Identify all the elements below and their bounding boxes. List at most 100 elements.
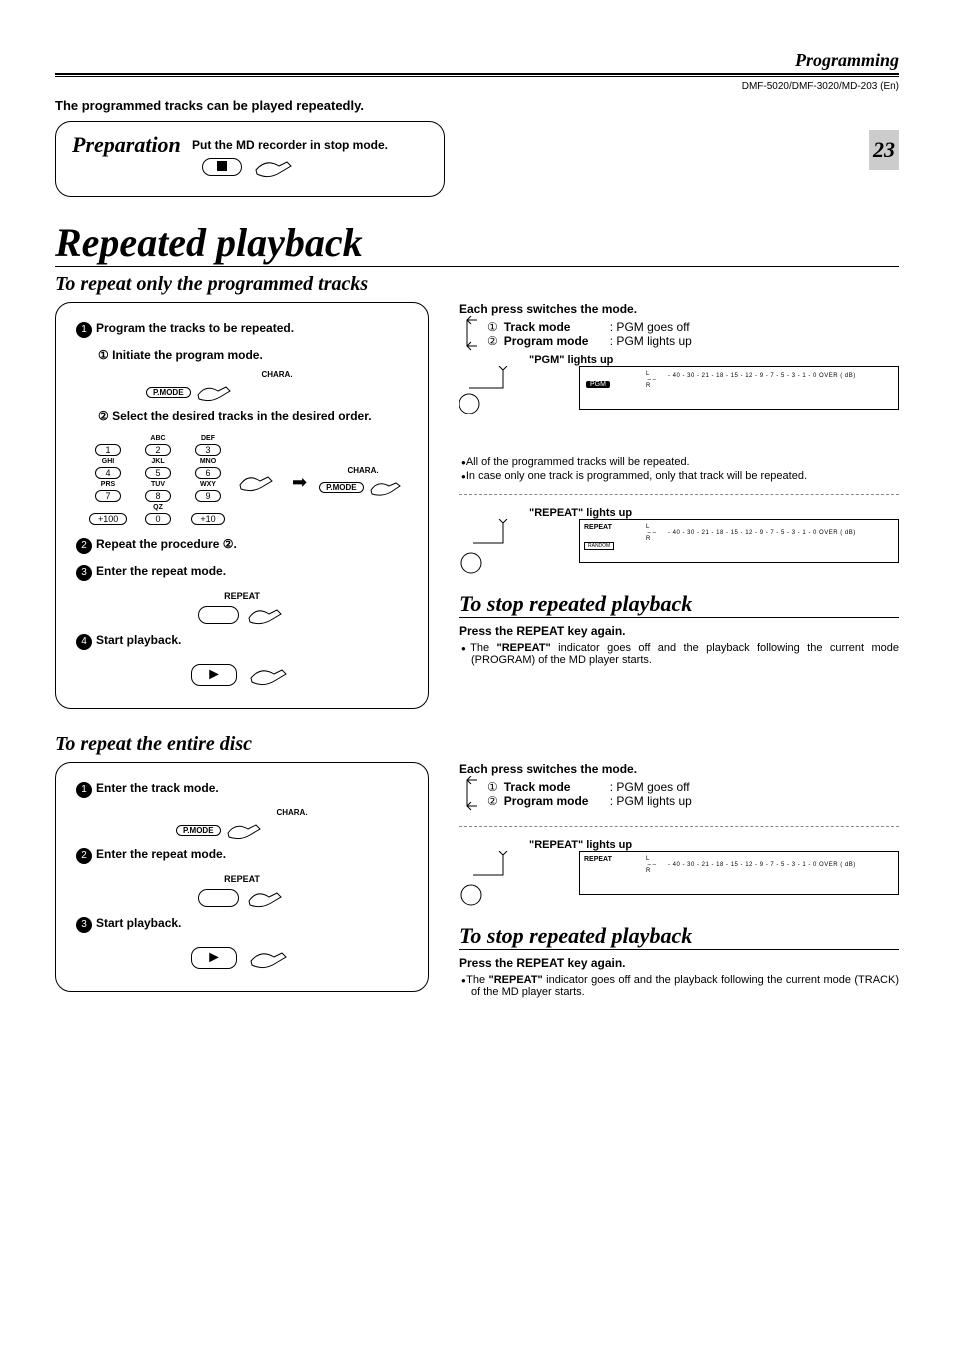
pointer-line-icon [459, 519, 515, 575]
rule [55, 73, 899, 75]
chara-label: CHARA. [319, 466, 407, 475]
section-subtitle-1: To repeat only the programmed tracks [55, 273, 899, 296]
branch-icon [465, 776, 483, 812]
substep-1a: ① Initiate the program mode. [98, 348, 408, 362]
hand-press-icon [236, 467, 280, 497]
stop-icon [217, 161, 227, 171]
step-d2-text: Enter the repeat mode. [96, 847, 226, 861]
key-2: 2 [145, 444, 171, 456]
mode-row-2: ②Program mode: PGM lights up [487, 794, 692, 808]
track-mode-label: Track mode [504, 780, 604, 794]
step-3: 3 Enter the repeat mode. [76, 564, 408, 581]
explanation-column-1: Each press switches the mode. ①Track mod… [459, 302, 899, 668]
repeat-label: REPEAT [76, 874, 408, 884]
pmode-button-illustration: CHARA. P.MODE [146, 370, 408, 405]
step-bullet-3: 3 [76, 565, 92, 581]
rule [55, 76, 899, 77]
key-plus100: +100 [89, 513, 127, 525]
key-lbl: QZ [136, 504, 180, 511]
step-3-text: Enter the repeat mode. [96, 564, 226, 578]
mode-row-2: ②Program mode: PGM lights up [487, 334, 692, 348]
preparation-box: Preparation Put the MD recorder in stop … [55, 121, 445, 197]
note-2: In case only one track is programmed, on… [471, 470, 899, 482]
repeat-button [198, 889, 239, 907]
section-subtitle-2: To repeat the entire disc [55, 733, 899, 756]
track-mode-desc: : PGM goes off [610, 780, 690, 794]
pmode-button: P.MODE [319, 482, 364, 493]
pmode-button-illustration: CHARA. P.MODE [319, 466, 407, 499]
key-7: 7 [95, 490, 121, 502]
page-title: Repeated playback [55, 219, 899, 267]
procedure-box-2: 1 Enter the track mode. CHARA. P.MODE 2 En… [55, 762, 429, 992]
model-codes: DMF-5020/DMF-3020/MD-203 (En) [55, 81, 899, 92]
repeat-lights-label: "REPEAT" lights up [529, 839, 899, 851]
key-1: 1 [95, 444, 121, 456]
play-button-illustration: ► [76, 660, 408, 690]
dashed-rule [459, 826, 899, 827]
procedure-box-1: 1 Program the tracks to be repeated. ① In… [55, 302, 429, 709]
pmode-button: P.MODE [176, 825, 221, 836]
key-lbl [86, 435, 130, 442]
hand-press-icon [245, 601, 289, 629]
explanation-column-2: Each press switches the mode. ①Track mod… [459, 762, 899, 1000]
step-1-text: Program the tracks to be repeated. [96, 321, 294, 335]
display-panel-repeat: REPEAT L – –R - 40 - 30 - 21 - 18 - 15 -… [579, 851, 899, 895]
intro-text: The programmed tracks can be played repe… [55, 98, 899, 113]
stop-title-1: To stop repeated playback [459, 591, 899, 618]
pmode-button-illustration: CHARA. P.MODE [176, 808, 408, 843]
step-4-text: Start playback. [96, 633, 181, 647]
stop-note-1: The "REPEAT" indicator goes off and the … [471, 642, 899, 666]
key-lbl [86, 504, 130, 511]
stop-note-2: The "REPEAT" indicator goes off and the … [471, 974, 899, 998]
track-mode-desc: : PGM goes off [610, 320, 690, 334]
repeat-label: REPEAT [76, 591, 408, 601]
key-lbl: MNO [186, 458, 230, 465]
step-2-text: Repeat the procedure ②. [96, 537, 237, 551]
play-icon: ► [206, 949, 222, 966]
stop-sub-1: Press the REPEAT key again. [459, 624, 899, 638]
chara-label: CHARA. [146, 370, 408, 379]
play-icon: ► [206, 666, 222, 683]
step-1: 1 Program the tracks to be repeated. [76, 321, 408, 338]
step-bullet-2: 2 [76, 848, 92, 864]
page-number: 23 [869, 130, 899, 170]
step-bullet-4: 4 [76, 634, 92, 650]
pgm-lights-label: "PGM" lights up [529, 354, 899, 366]
hand-press-icon [246, 660, 296, 690]
play-button-illustration: ► [76, 943, 408, 973]
step-2: 2 Repeat the procedure ②. [76, 537, 408, 554]
program-mode-label: Program mode [504, 334, 604, 348]
substep-1b-text: Select the desired tracks in the desired… [112, 409, 371, 423]
header: Programming DMF-5020/DMF-3020/MD-203 (En… [55, 50, 899, 92]
stop-title-2: To stop repeated playback [459, 923, 899, 950]
program-mode-label: Program mode [504, 794, 604, 808]
repeat-button-illustration: REPEAT [76, 874, 408, 912]
pointer-line-icon [459, 851, 515, 907]
step-bullet-2: 2 [76, 538, 92, 554]
mode-row-1: ①Track mode: PGM goes off [487, 780, 692, 794]
step-d2: 2 Enter the repeat mode. [76, 847, 408, 864]
note-1: All of the programmed tracks will be rep… [471, 456, 899, 468]
hand-press-icon [224, 817, 268, 843]
key-lbl [186, 504, 230, 511]
preparation-instruction: Put the MD recorder in stop mode. [192, 138, 428, 152]
display-panel-repeat: REPEAT RANDOM L – –R - 40 - 30 - 21 - 18… [579, 519, 899, 563]
program-mode-desc: : PGM lights up [610, 334, 692, 348]
key-5: 5 [145, 467, 171, 479]
key-lbl: DEF [186, 435, 230, 442]
hand-press-icon [367, 475, 407, 499]
pmode-button: P.MODE [146, 387, 191, 398]
key-lbl: PRS [86, 481, 130, 488]
step-d1-text: Enter the track mode. [96, 781, 219, 795]
step-bullet-3: 3 [76, 917, 92, 933]
stop-sub-2: Press the REPEAT key again. [459, 956, 899, 970]
db-scale: - 40 - 30 - 21 - 18 - 15 - 12 - 9 - 7 - … [668, 373, 856, 379]
key-4: 4 [95, 467, 121, 479]
db-scale: - 40 - 30 - 21 - 18 - 15 - 12 - 9 - 7 - … [668, 862, 856, 868]
repeat-button [198, 606, 239, 624]
step-bullet-1: 1 [76, 782, 92, 798]
key-8: 8 [145, 490, 171, 502]
each-press-label: Each press switches the mode. [459, 762, 899, 776]
substep-1b: ② Select the desired tracks in the desir… [98, 409, 408, 423]
step-bullet-1: 1 [76, 322, 92, 338]
